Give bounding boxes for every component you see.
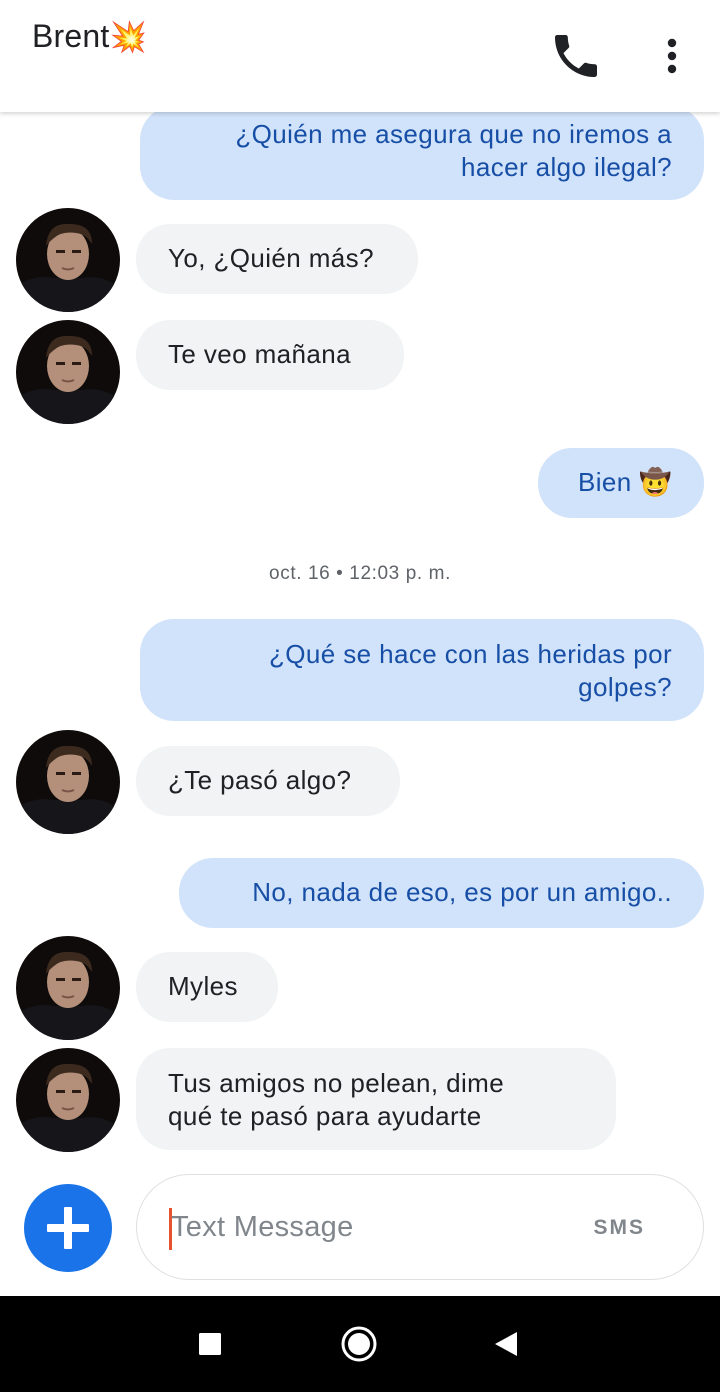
- message-text: Myles: [168, 971, 238, 1001]
- cowboy-emoji: 🤠: [639, 468, 672, 498]
- message-text: Bien: [577, 467, 632, 497]
- send-mode-label[interactable]: SMS: [593, 1216, 645, 1240]
- contact-avatar[interactable]: [16, 320, 120, 424]
- input-placeholder: Text Message: [171, 1211, 354, 1243]
- incoming-message[interactable]: Tus amigos no pelean, dime qué te pasó p…: [136, 1048, 616, 1150]
- system-navigation-bar: [0, 1296, 720, 1392]
- contact-avatar[interactable]: [16, 936, 120, 1040]
- message-input[interactable]: Text Message SMS: [136, 1174, 704, 1280]
- contact-avatar[interactable]: [16, 730, 120, 834]
- contact-avatar[interactable]: [16, 1048, 120, 1152]
- message-line: Tus amigos no pelean, dime: [168, 1068, 505, 1098]
- incoming-message[interactable]: Te veo mañana: [136, 320, 404, 390]
- triangle-back-icon: [495, 1332, 517, 1356]
- contact-name[interactable]: Brent💥: [32, 18, 147, 55]
- message-line: golpes?: [578, 672, 672, 702]
- incoming-message[interactable]: ¿Te pasó algo?: [136, 746, 400, 816]
- message-list[interactable]: ¿Quién me asegura que no iremos a hacer …: [0, 112, 720, 1172]
- home-button[interactable]: [331, 1316, 387, 1372]
- message-line: qué te pasó para ayudarte: [168, 1101, 482, 1131]
- message-timestamp: oct. 16 • 12:03 p. m.: [269, 563, 451, 584]
- plus-icon: [47, 1207, 89, 1249]
- explosion-emoji: 💥: [109, 20, 148, 55]
- message-text: ¿Te pasó algo?: [168, 765, 352, 795]
- circle-icon: [341, 1326, 377, 1362]
- incoming-message[interactable]: Yo, ¿Quién más?: [136, 224, 418, 294]
- message-line: ¿Quién me asegura que no iremos a: [235, 119, 672, 149]
- message-text: Te veo mañana: [168, 339, 351, 369]
- message-line: ¿Qué se hace con las heridas por: [268, 639, 672, 669]
- more-options-button[interactable]: [646, 28, 698, 84]
- message-text: No, nada de eso, es por un amigo..: [252, 877, 672, 907]
- outgoing-message[interactable]: ¿Qué se hace con las heridas por golpes?: [140, 619, 704, 721]
- contact-name-text: Brent: [32, 18, 110, 54]
- square-icon: [199, 1333, 221, 1355]
- incoming-message[interactable]: Myles: [136, 952, 278, 1022]
- phone-icon: [555, 35, 597, 77]
- contact-avatar[interactable]: [16, 208, 120, 312]
- message-line: hacer algo ilegal?: [460, 152, 672, 182]
- call-button[interactable]: [548, 28, 604, 84]
- back-button[interactable]: [478, 1316, 534, 1372]
- outgoing-message[interactable]: ¿Quién me asegura que no iremos a hacer …: [140, 112, 704, 200]
- outgoing-message[interactable]: Bien 🤠: [538, 448, 704, 518]
- outgoing-message[interactable]: No, nada de eso, es por un amigo..: [179, 858, 704, 928]
- recents-button[interactable]: [182, 1316, 238, 1372]
- app-header: Brent💥: [0, 0, 720, 112]
- more-vert-icon: [667, 38, 677, 74]
- message-text: Yo, ¿Quién más?: [168, 243, 374, 273]
- add-attachment-button[interactable]: [24, 1184, 112, 1272]
- compose-bar: Text Message SMS: [0, 1172, 720, 1296]
